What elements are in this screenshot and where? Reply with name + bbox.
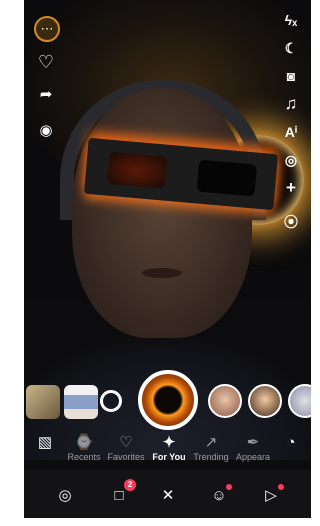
category-for-you[interactable]: ✦ For You (149, 434, 189, 462)
scan-button[interactable]: ⦿ (279, 210, 303, 234)
dual-camera-icon: ◙ (286, 68, 296, 84)
category-label: Favorites (107, 452, 145, 462)
category-label: Trending (193, 452, 229, 462)
flash-off-icon: ϟₓ (284, 12, 298, 28)
heart-icon: ♡ (119, 434, 133, 451)
camera-screen: ⋯ ♡ ➦ ◉ ϟₓ ☾ ◙ ♫ Aⁱ ◎ + ⦿ ▧ ⌚ Recents ♡ … (24, 0, 311, 518)
nav-discover[interactable]: ▷ (258, 482, 284, 508)
dual-camera-button[interactable]: ◙ (279, 64, 303, 88)
flash-button[interactable]: ϟₓ (279, 8, 303, 32)
share-arrow-icon: ➦ (39, 86, 53, 103)
music-icon: ♫ (284, 94, 298, 113)
plus-icon: + (286, 178, 296, 197)
timer-button[interactable]: ◎ (279, 148, 303, 172)
category-label: Appeara (235, 452, 271, 462)
glasses-lens-right (196, 159, 258, 197)
visibility-button[interactable]: ◉ (34, 118, 58, 142)
moon-icon: ☾ (284, 39, 298, 56)
text-icon: Aⁱ (284, 123, 298, 140)
chat-icon: □ (114, 486, 124, 504)
empty-lens-slot[interactable] (100, 390, 122, 412)
bottom-navigation: ◎ □ 2 ✕ ☺ ▷ (24, 470, 311, 518)
brush-icon: ✒ (246, 434, 260, 451)
music-button[interactable]: ♫ (279, 92, 303, 116)
more-button[interactable]: ⋯ (34, 16, 60, 42)
play-icon: ▷ (265, 487, 277, 504)
capture-button[interactable] (138, 370, 198, 430)
eye-icon: ◉ (39, 122, 53, 139)
share-button[interactable]: ➦ (34, 82, 58, 106)
category-trending[interactable]: ↗ Trending (190, 434, 232, 462)
lens-explorer-icon: ▧ (37, 434, 53, 451)
lens-thumb-face-2[interactable] (248, 384, 282, 418)
discover-notification-dot (278, 484, 284, 490)
category-explorer[interactable]: ▧ (32, 434, 58, 452)
trending-icon: ↗ (204, 434, 218, 451)
page-margin (0, 0, 10, 518)
friends-icon: ☺ (211, 486, 227, 504)
category-appearance[interactable]: ✒ Appeara (234, 434, 272, 462)
lens-carousel (24, 370, 311, 430)
nav-chat[interactable]: □ 2 (106, 479, 136, 508)
camera-timer-icon: ◎ (284, 151, 298, 168)
heart-icon: ♡ (37, 51, 55, 72)
nav-close[interactable]: ✕ (155, 482, 181, 508)
lens-thumb-face-3[interactable] (288, 384, 311, 418)
text-button[interactable]: Aⁱ (279, 120, 303, 144)
search-lens-icon: ◔ (286, 434, 296, 451)
category-recents[interactable]: ⌚ Recents (64, 434, 104, 462)
friends-notification-dot (226, 484, 232, 490)
category-label: Recents (67, 452, 101, 462)
lens-thumb-food[interactable] (26, 385, 60, 419)
more-tools-button[interactable]: + (279, 176, 303, 200)
subject-mouth (142, 268, 182, 278)
nav-map[interactable]: ◎ (52, 482, 78, 508)
category-favorites[interactable]: ♡ Favorites (106, 434, 146, 462)
clock-icon: ⌚ (74, 434, 94, 451)
scan-icon: ⦿ (284, 214, 298, 230)
category-label: For You (152, 452, 186, 462)
glasses-lens-left (106, 151, 168, 189)
map-pin-icon: ◎ (58, 487, 72, 504)
favorite-button[interactable]: ♡ (34, 50, 58, 74)
night-mode-button[interactable]: ☾ (279, 36, 303, 60)
subject-face (72, 88, 252, 338)
sparkle-icon: ✦ (162, 434, 176, 451)
lens-thumb-face-1[interactable] (208, 384, 242, 418)
nav-friends[interactable]: ☺ (206, 482, 232, 508)
category-search[interactable]: ◔ (278, 434, 304, 452)
lens-category-bar: ▧ ⌚ Recents ♡ Favorites ✦ For You ↗ Tren… (24, 430, 311, 470)
chat-badge: 2 (124, 479, 136, 491)
more-dots-icon: ⋯ (40, 21, 54, 36)
lens-thumb-collage[interactable] (64, 385, 98, 419)
close-icon: ✕ (161, 487, 175, 504)
